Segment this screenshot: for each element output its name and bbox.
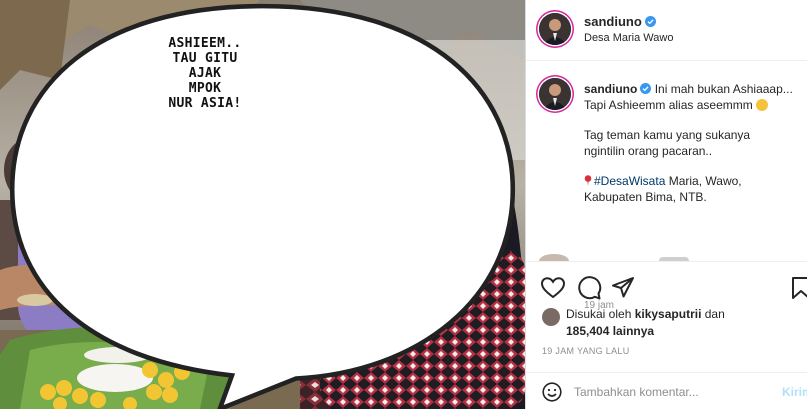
round-pushpin-icon <box>584 175 592 186</box>
likes-text: Disukai oleh kikysaputrii dan 185,404 lai… <box>566 306 786 340</box>
avatar-portrait-icon <box>539 78 571 110</box>
likes-middle: dan <box>701 307 725 321</box>
heart-icon[interactable] <box>540 275 566 301</box>
caption-line-5: Maria, Wawo, <box>665 174 742 188</box>
caption-line-2: Tapi Ashieemm alias aseemmm <box>584 98 753 112</box>
post-comment-button[interactable]: Kirim <box>782 385 807 399</box>
emoji-picker-icon[interactable] <box>542 382 562 402</box>
caption-author-avatar[interactable] <box>539 78 571 110</box>
likes-prefix: Disukai oleh <box>566 307 635 321</box>
post-photo[interactable]: ASHIEEM.. TAU GITU AJAK MPOK NUR ASIA! <box>0 0 525 409</box>
comment-icon[interactable] <box>576 275 602 301</box>
send-icon[interactable] <box>610 275 636 301</box>
caption-username[interactable]: sandiuno <box>584 82 637 96</box>
verified-badge-icon <box>644 16 656 27</box>
hashtag-desawisata[interactable]: #DesaWisata <box>594 174 665 188</box>
caption-line-6: Kabupaten Bima, NTB. <box>584 190 707 204</box>
caption-line-4: ngintilin orang pacaran.. <box>584 144 713 158</box>
liker-avatar[interactable] <box>542 308 560 326</box>
author-username[interactable]: sandiuno <box>584 14 656 29</box>
likes-count[interactable]: 185,404 <box>566 324 609 338</box>
avatar-portrait-icon <box>539 13 571 45</box>
author-avatar[interactable] <box>539 13 571 45</box>
post-time[interactable]: 19 JAM YANG LALU <box>542 346 630 356</box>
liker-username[interactable]: kikysaputrii <box>635 307 702 321</box>
verified-badge-icon <box>640 83 652 94</box>
caption-line-1: Ini mah bukan Ashiaaap... <box>654 82 793 96</box>
caption-body: sandiuno Ini mah bukan Ashiaaap... Tapi … <box>584 81 807 205</box>
instagram-post-view: ASHIEEM.. TAU GITU AJAK MPOK NUR ASIA! s… <box>0 0 807 409</box>
caption-line-3: Tag teman kamu yang sukanya <box>584 128 751 142</box>
post-actions: Disukai oleh kikysaputrii dan 185,404 lai… <box>526 261 807 409</box>
speech-bubble-text: ASHIEEM.. TAU GITU AJAK MPOK NUR ASIA! <box>168 36 242 111</box>
add-comment-bar: Kirim <box>526 372 807 409</box>
post-side-panel: sandiuno Desa Maria Wawo sandiuno Ini ma… <box>525 0 807 409</box>
comment-input[interactable] <box>574 382 754 402</box>
post-header: sandiuno Desa Maria Wawo <box>526 0 807 61</box>
author-username-text[interactable]: sandiuno <box>584 14 642 29</box>
bookmark-icon[interactable] <box>788 275 807 301</box>
likes-suffix[interactable]: lainnya <box>609 324 654 338</box>
unamused-face-icon <box>755 99 768 111</box>
post-location[interactable]: Desa Maria Wawo <box>584 32 673 44</box>
